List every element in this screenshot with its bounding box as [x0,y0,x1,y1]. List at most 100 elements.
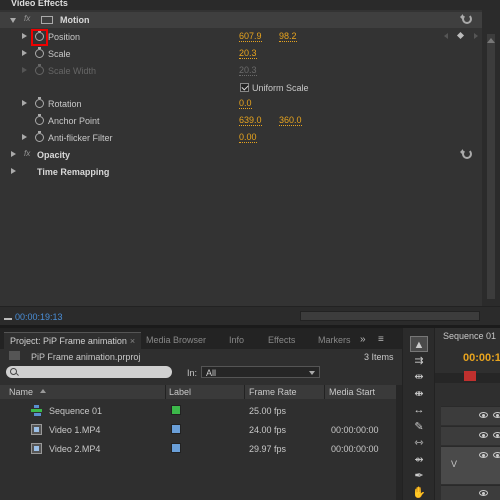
effects-header-title: Video Effects [11,0,68,8]
column-frame-rate[interactable]: Frame Rate [249,387,297,397]
column-divider[interactable] [324,385,325,399]
eye-icon[interactable] [493,452,500,458]
expand-rotation-icon[interactable] [22,100,27,106]
scale-value[interactable]: 20.3 [239,49,257,59]
previous-keyframe-icon[interactable] [444,33,448,39]
table-row[interactable]: Video 1.MP4 24.00 fps 00:00:00:00 [0,420,396,439]
rotation-stopwatch-icon[interactable] [35,97,44,108]
table-row[interactable]: Video 2.MP4 29.97 fps 00:00:00:00 [0,439,396,458]
item-count: 3 Items [364,352,394,362]
project-file-name: PiP Frame animation.prproj [31,352,141,362]
anti-flicker-value[interactable]: 0.00 [239,133,257,143]
scale-stopwatch-icon[interactable] [35,47,44,58]
effect-row-opacity[interactable]: fx Opacity [0,147,482,163]
anti-flicker-stopwatch-icon[interactable] [35,131,44,142]
speaker-icon[interactable] [479,490,488,496]
position-x-value[interactable]: 607.9 [239,32,262,42]
eye-icon[interactable] [493,432,500,438]
slip-tool-icon[interactable]: ⇿ [410,435,428,451]
column-label[interactable]: Label [169,387,191,397]
motion-transform-icon[interactable] [41,16,53,24]
expand-time-remapping-icon[interactable] [11,168,16,174]
expand-motion-icon[interactable] [10,18,16,23]
effect-row-motion[interactable]: fx Motion [0,12,482,28]
property-row-rotation[interactable]: Rotation 0.0 [0,96,482,112]
expand-opacity-icon[interactable] [11,151,16,157]
rolling-edit-tool-icon[interactable]: ⇼ [410,386,428,402]
label-color-swatch[interactable] [171,424,181,434]
track-header-audio[interactable] [441,485,500,500]
pen-tool-icon[interactable]: ✒ [410,468,428,484]
sequence-timecode[interactable]: 00:00:1 [463,352,500,364]
sort-ascending-icon[interactable] [40,389,46,393]
anchor-point-label: Anchor Point [48,116,100,126]
reset-opacity-icon[interactable] [460,149,472,159]
ripple-edit-tool-icon[interactable]: ⇹ [410,369,428,385]
hand-tool-icon[interactable]: ✋ [410,485,428,500]
table-row[interactable]: Sequence 01 25.00 fps [0,401,396,420]
track-header-v1[interactable]: V [441,446,500,484]
column-name[interactable]: Name [9,387,33,397]
track-header[interactable] [441,426,500,445]
playhead-marker[interactable] [464,371,476,381]
label-color-swatch[interactable] [171,405,181,415]
eye-icon[interactable] [493,412,500,418]
label-color-swatch[interactable] [171,443,181,453]
next-keyframe-icon[interactable] [474,33,478,39]
anti-flicker-label: Anti-flicker Filter [48,133,113,143]
anchor-point-x-value[interactable]: 639.0 [239,116,262,126]
tab-info[interactable]: Info [223,332,250,349]
column-divider[interactable] [165,385,166,399]
tab-project[interactable]: Project: PiP Frame animation × [4,332,142,349]
tab-markers[interactable]: Markers [312,332,357,349]
anchor-point-stopwatch-icon[interactable] [35,114,44,125]
eye-icon[interactable] [479,432,488,438]
effect-row-time-remapping[interactable]: Time Remapping [0,164,482,180]
eye-icon[interactable] [479,452,488,458]
anchor-point-y-value[interactable]: 360.0 [279,116,302,126]
reset-motion-icon[interactable] [460,14,472,24]
track-select-tool-icon[interactable]: ⇉ [410,353,428,369]
uniform-scale-checkbox[interactable] [240,83,249,92]
expand-scale-icon[interactable] [22,50,27,56]
tab-media-browser[interactable]: Media Browser [140,332,212,349]
property-row-position[interactable]: Position 607.9 98.2 [0,29,482,45]
add-keyframe-icon[interactable] [456,31,465,40]
property-row-scale[interactable]: Scale 20.3 [0,46,482,62]
project-file-icon [9,351,20,360]
track-v-label[interactable]: V [451,459,457,469]
effects-vertical-scrollbar[interactable] [482,10,500,306]
tab-effects[interactable]: Effects [262,332,301,349]
track-header[interactable] [441,406,500,425]
current-time-display[interactable]: 00:00:19:13 [15,312,63,322]
scroll-track[interactable] [487,34,495,299]
tab-sequence[interactable]: Sequence 01 [443,331,496,341]
rotation-value[interactable]: 0.0 [239,99,252,109]
panel-menu-icon[interactable]: ≡ [378,334,384,345]
item-frame-rate: 25.00 fps [249,406,287,416]
effects-horizontal-scrollbar[interactable] [300,311,480,321]
expand-anti-flicker-icon[interactable] [22,134,27,140]
in-filter-dropdown[interactable]: All [201,366,320,378]
eye-icon[interactable] [479,412,488,418]
property-row-anchor-point[interactable]: Anchor Point 639.0 360.0 [0,113,482,129]
slide-tool-icon[interactable]: ⇴ [410,452,428,468]
property-row-anti-flicker[interactable]: Anti-flicker Filter 0.00 [0,130,482,146]
property-row-scale-width: Scale Width 20.3 [0,63,482,79]
column-media-start[interactable]: Media Start [329,387,375,397]
selection-tool-icon[interactable]: ▲ [410,336,428,352]
opacity-fx-icon[interactable]: fx [24,149,30,158]
close-tab-icon[interactable]: × [130,336,135,346]
more-tabs-icon[interactable]: » [360,334,366,345]
column-divider[interactable] [244,385,245,399]
tab-effects-label: Effects [268,335,296,345]
scroll-up-icon[interactable] [487,38,495,43]
keyframe-navigator [444,31,482,41]
fx-icon[interactable]: fx [24,14,30,23]
scale-width-value: 20.3 [239,65,257,76]
razor-tool-icon[interactable]: ✎ [410,419,428,435]
rate-stretch-tool-icon[interactable]: ↔ [410,402,428,418]
expand-position-icon[interactable] [22,33,27,39]
position-y-value[interactable]: 98.2 [279,32,297,42]
search-input[interactable] [6,366,172,378]
